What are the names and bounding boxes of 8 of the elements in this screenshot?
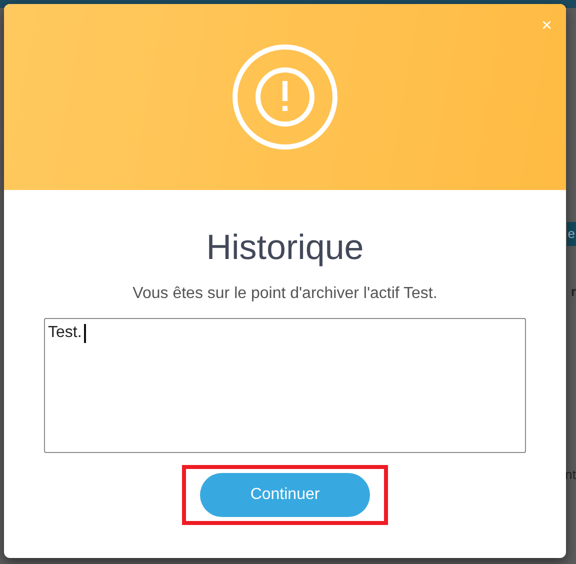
column-heading: r — [570, 284, 576, 300]
dialog-title: Historique — [206, 227, 364, 269]
dialog-message: Vous êtes sur le point d'archiver l'actif Test. — [132, 284, 438, 304]
close-button[interactable]: × — [541, 16, 552, 34]
text-area[interactable]: Test. — [44, 318, 526, 453]
continue-button[interactable]: Continuer — [200, 473, 370, 517]
warning-icon — [231, 43, 339, 151]
table-cell: nt — [565, 467, 576, 483]
